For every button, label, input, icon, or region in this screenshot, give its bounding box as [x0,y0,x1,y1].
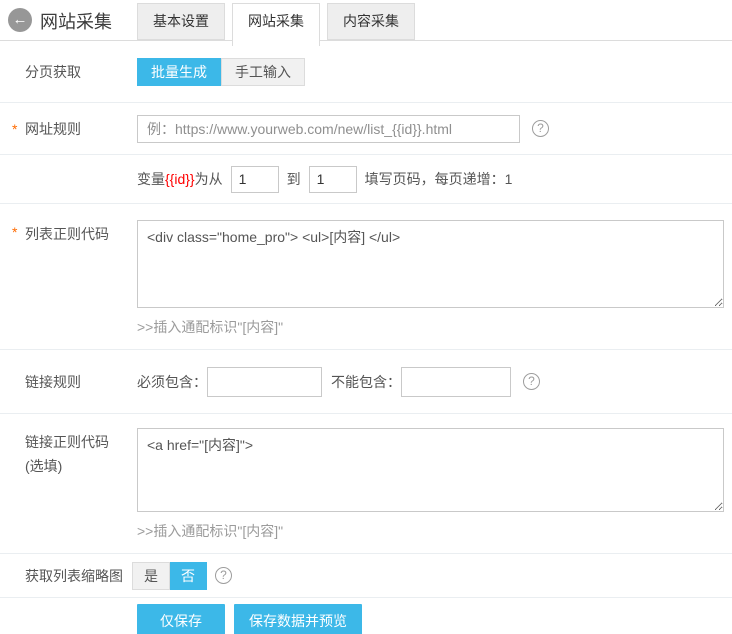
not-contain-label: 不能包含： [331,372,401,392]
back-button[interactable]: ← [8,8,32,32]
list-regex-field-group: <div class="home_pro"> <ul>[内容] </ul> >>… [137,220,724,337]
tab-website-collection[interactable]: 网站采集 [232,3,320,46]
thumbnail-toggle: 是 否 [132,562,207,590]
thumbnail-no-option[interactable]: 否 [170,562,207,590]
pagination-label: 分页获取 [0,62,137,82]
link-regex-label: 链接正则代码 (选填) [0,428,137,478]
pagination-row: 分页获取 批量生成 手工输入 [0,41,732,103]
page-from-input[interactable] [231,166,279,193]
thumbnail-help-icon[interactable]: ? [215,567,232,584]
link-rule-label: 链接规则 [0,372,137,392]
website-collection-page: ← 网站采集 基本设置 网站采集 内容采集 分页获取 批量生成 手工输入 * 网… [0,0,732,634]
tab-content-collection[interactable]: 内容采集 [327,3,415,40]
save-only-button[interactable]: 仅保存 [137,604,225,634]
page-to-input[interactable] [309,166,357,193]
url-rule-input[interactable] [137,115,520,143]
manual-input-option[interactable]: 手工输入 [221,58,305,86]
pagination-toggle: 批量生成 手工输入 [137,58,305,86]
batch-generate-option[interactable]: 批量生成 [137,58,221,86]
required-asterisk: * [12,224,17,240]
back-arrow-icon: ← [8,8,32,32]
page-header: ← 网站采集 基本设置 网站采集 内容采集 [0,0,732,41]
to-text: 到 [287,169,301,189]
page-increment-text: 填写页码，每页递增：1 [365,169,513,189]
url-rule-help-icon[interactable]: ? [532,120,549,137]
must-contain-label: 必须包含： [137,372,207,392]
thumbnail-label: 获取列表缩略图 [0,566,132,586]
list-regex-label: 列表正则代码 [0,220,137,244]
link-rule-help-icon[interactable]: ? [523,373,540,390]
tab-basic-settings[interactable]: 基本设置 [137,3,225,40]
variable-range-row: 变量{{id}}为从 到 填写页码，每页递增：1 [0,155,732,204]
link-rule-row: 链接规则 必须包含： 不能包含： ? [0,350,732,414]
list-regex-insert-hint[interactable]: >>插入通配标识"[内容]" [137,317,283,337]
variable-token: {{id}} [165,171,195,187]
link-regex-textarea[interactable]: <a href="[内容]"> [137,428,724,512]
save-and-preview-button[interactable]: 保存数据并预览 [234,604,362,634]
url-rule-label: 网址规则 [0,119,137,139]
tab-bar: 基本设置 网站采集 内容采集 [137,3,415,46]
must-contain-input[interactable] [207,367,322,397]
thumbnail-row: 获取列表缩略图 是 否 ? [0,554,732,598]
actions-row: 仅保存 保存数据并预览 [0,598,732,634]
list-regex-textarea[interactable]: <div class="home_pro"> <ul>[内容] </ul> [137,220,724,308]
variable-prefix-text: 变量{{id}}为从 [137,169,223,189]
link-regex-field-group: <a href="[内容]"> >>插入通配标识"[内容]" [137,428,724,541]
page-title: 网站采集 [40,8,112,34]
required-asterisk: * [12,121,17,137]
thumbnail-yes-option[interactable]: 是 [132,562,170,590]
url-rule-row: * 网址规则 ? [0,103,732,155]
list-regex-row: * 列表正则代码 <div class="home_pro"> <ul>[内容]… [0,204,732,350]
link-regex-row: 链接正则代码 (选填) <a href="[内容]"> >>插入通配标识"[内容… [0,414,732,554]
link-regex-optional-label: (选填) [25,454,137,478]
not-contain-input[interactable] [401,367,511,397]
link-regex-insert-hint[interactable]: >>插入通配标识"[内容]" [137,521,283,541]
